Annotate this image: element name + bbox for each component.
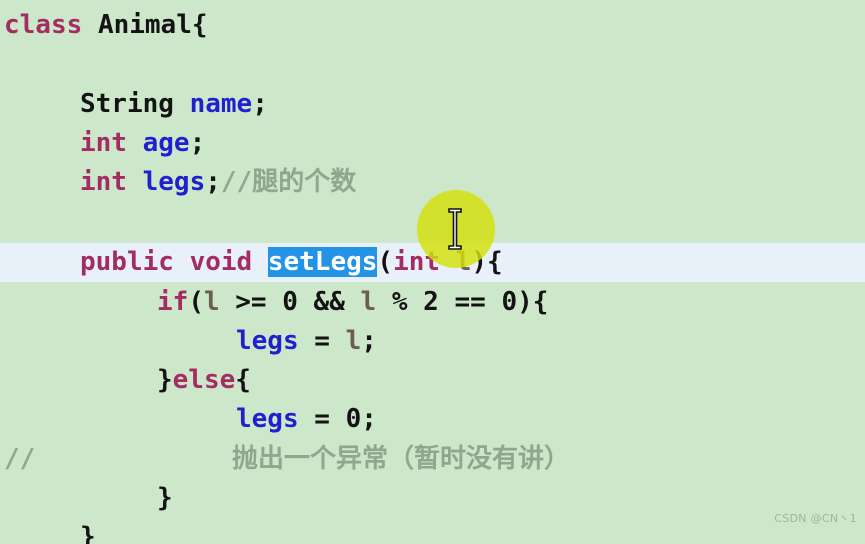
code-line-if-condition[interactable]: if(l >= 0 && l % 2 == 0){ <box>157 283 548 322</box>
token-number-zero: 0 <box>501 287 518 317</box>
code-line-field-name[interactable]: String name; <box>80 85 268 124</box>
token-close-brace: } <box>80 522 96 544</box>
token-semicolon: ; <box>189 128 206 158</box>
token-operator-and: && <box>297 287 361 317</box>
code-line-class-declaration[interactable]: class Animal{ <box>4 6 208 45</box>
code-line-assign-legs-l[interactable]: legs = l; <box>236 322 377 361</box>
token-keyword-int: int <box>393 247 441 277</box>
token-keyword-if: if <box>157 287 189 317</box>
token-keyword-int: int <box>80 167 127 197</box>
token-selected-method-name[interactable]: setLegs <box>267 247 378 277</box>
code-line-field-age[interactable]: int age; <box>80 124 205 163</box>
token-class-name: Animal{ <box>97 10 208 40</box>
token-comment-slashes: // <box>4 444 36 474</box>
csdn-watermark: CSDN @CN丶1 <box>774 512 857 525</box>
token-semicolon: ; <box>205 167 221 197</box>
token-open-paren: ( <box>377 247 394 277</box>
code-text-layer[interactable]: class Animal{ String name; int age; int … <box>0 0 865 544</box>
code-line-comment-slashes[interactable]: // <box>4 440 35 479</box>
code-line-close-class-brace[interactable]: } <box>80 518 96 544</box>
token-close-brace: } <box>157 365 173 395</box>
code-line-field-legs[interactable]: int legs;//腿的个数 <box>80 163 356 202</box>
token-open-brace: { <box>235 365 251 395</box>
token-operator-equals: == <box>438 287 502 317</box>
token-operator-assign: = <box>298 326 346 356</box>
code-line-close-method-brace[interactable]: } <box>157 479 173 518</box>
token-semicolon: ; <box>252 89 268 119</box>
token-modifier-public-void: public void <box>80 247 268 277</box>
token-operator-modulo: % <box>376 287 424 317</box>
token-close-paren-brace: ){ <box>471 247 503 277</box>
token-operator-assign: = <box>298 404 346 434</box>
token-field-legs: legs <box>236 404 299 434</box>
token-parameter-l: l <box>203 287 220 317</box>
token-number-zero: 0 <box>282 287 298 317</box>
token-parameter-l: l <box>455 247 472 277</box>
token-close-brace: } <box>157 483 173 513</box>
token-parameter-l: l <box>360 287 377 317</box>
token-number-zero: 0 <box>345 404 362 434</box>
code-line-assign-legs-zero[interactable]: legs = 0; <box>236 400 377 439</box>
code-line-method-setlegs[interactable]: public void setLegs(int l){ <box>80 243 503 282</box>
token-parameter-l: l <box>345 326 362 356</box>
token-field-legs: legs <box>236 326 299 356</box>
code-editor-canvas[interactable]: class Animal{ String name; int age; int … <box>0 0 865 544</box>
token-type-string: String <box>80 89 174 119</box>
token-field-age: age <box>142 128 190 158</box>
token-close-paren-brace: ){ <box>517 287 549 317</box>
code-line-comment-chinese[interactable]: 抛出一个异常（暂时没有讲） <box>232 440 570 479</box>
token-semicolon: ; <box>361 326 377 356</box>
token-number-two: 2 <box>423 287 439 317</box>
token-operator-gte: >= <box>219 287 283 317</box>
token-open-paren: ( <box>188 287 204 317</box>
token-field-legs: legs <box>142 167 206 197</box>
token-comment-throw-exception: 抛出一个异常（暂时没有讲） <box>232 444 571 474</box>
token-keyword-else: else <box>172 365 236 395</box>
token-keyword-int: int <box>80 128 127 158</box>
token-keyword-class: class <box>4 10 83 40</box>
token-field-name: name <box>189 89 253 119</box>
token-comment-legs: //腿的个数 <box>220 167 357 197</box>
token-semicolon: ; <box>361 404 377 434</box>
code-line-else[interactable]: }else{ <box>157 361 251 400</box>
